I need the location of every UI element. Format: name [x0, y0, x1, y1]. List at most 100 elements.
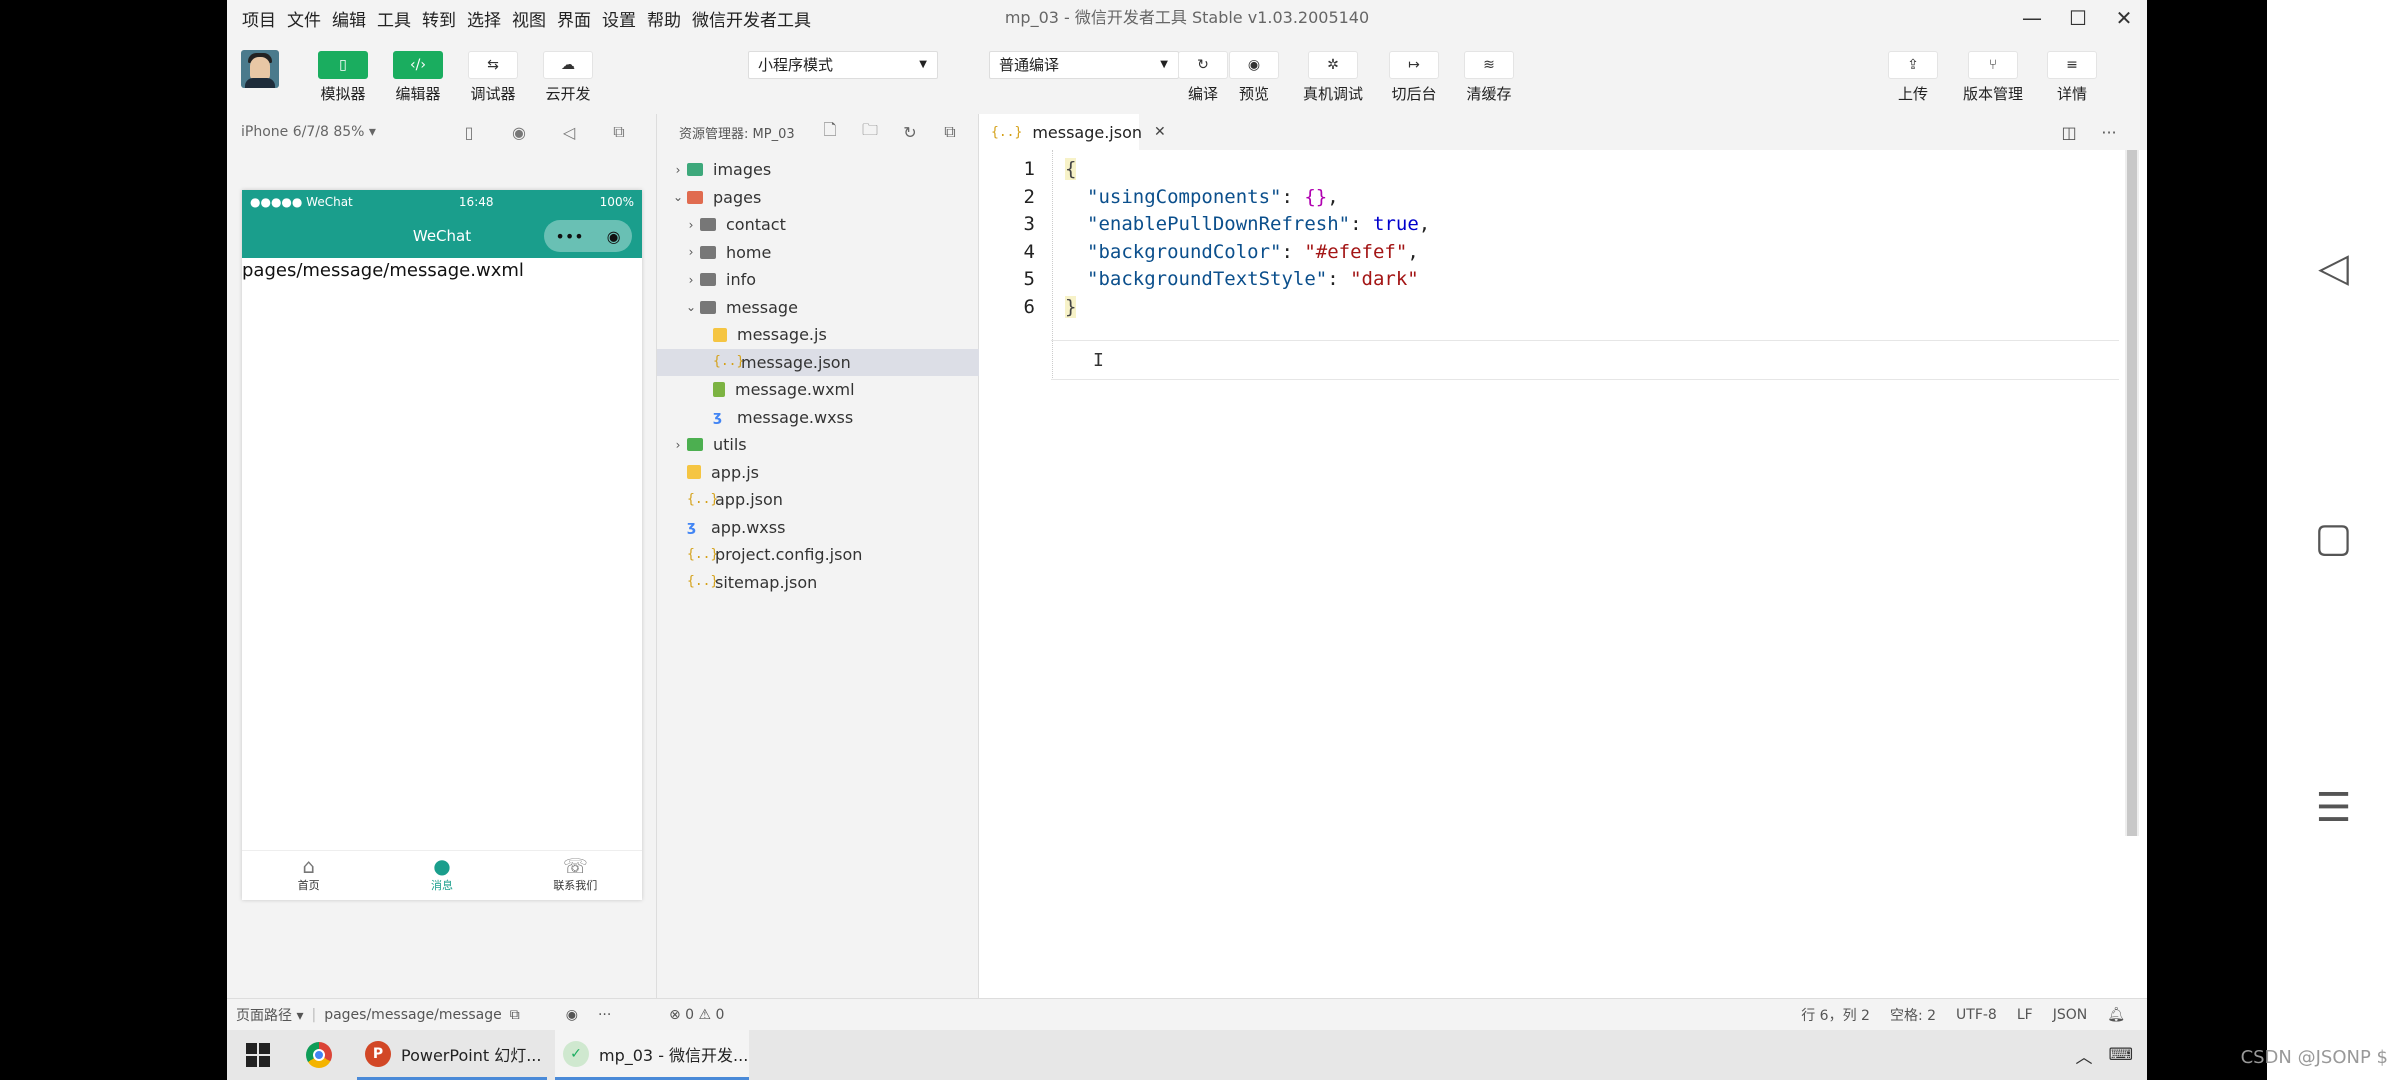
record-icon[interactable]: ◉ — [494, 123, 544, 142]
language-mode[interactable]: JSON — [2053, 1007, 2088, 1023]
upload-button[interactable]: ⇪ 上传 — [1878, 51, 1948, 104]
tree-item[interactable]: ⌄ pages — [657, 184, 979, 212]
json-file-icon: {..} — [687, 491, 719, 507]
preview-button[interactable]: ◉ 预览 — [1219, 51, 1289, 104]
bell-icon[interactable]: 🔔︎ — [2107, 1007, 2125, 1023]
page-path-select[interactable]: 页面路径 ▾ — [236, 1005, 303, 1025]
compile-select[interactable]: 普通编译 ▼ — [989, 51, 1179, 79]
capsule-menu[interactable]: ••• ◉ — [544, 220, 632, 252]
upload-icon: ⇪ — [1888, 51, 1938, 79]
tree-item[interactable]: ⌄ message — [657, 294, 979, 322]
refresh-icon[interactable]: ↻ — [890, 123, 930, 142]
more-icon[interactable]: ··· — [598, 1007, 611, 1023]
tree-item-label: utils — [713, 435, 747, 455]
tree-item[interactable]: › home — [657, 239, 979, 267]
maximize-button[interactable]: ☐ — [2055, 0, 2101, 36]
tree-item[interactable]: › images — [657, 156, 979, 184]
line-number: 5 — [1023, 268, 1035, 291]
utils-file-icon — [687, 438, 703, 452]
taskbar-powerpoint[interactable]: P PowerPoint 幻灯... — [357, 1030, 547, 1080]
volume-icon[interactable]: ◁ — [544, 123, 594, 142]
tree-item[interactable]: {..} sitemap.json — [657, 569, 979, 597]
menu-item[interactable]: 微信开发者工具 — [692, 6, 811, 31]
json-value: "#efefef" — [1304, 240, 1408, 263]
chrome-icon[interactable] — [306, 1042, 332, 1068]
indent-setting[interactable]: 空格: 2 — [1890, 1005, 1936, 1025]
tray-expand-icon[interactable]: ︿ — [2075, 1043, 2092, 1068]
menu-item[interactable]: 文件 — [287, 6, 321, 31]
tree-item[interactable]: ʒ message.wxss — [657, 404, 979, 432]
tree-item[interactable]: app.js — [657, 459, 979, 487]
menu-item[interactable]: 项目 — [242, 6, 276, 31]
menu-item[interactable]: 编辑 — [332, 6, 366, 31]
more-icon[interactable]: ··· — [2089, 123, 2129, 142]
tab-message-json[interactable]: {..} message.json ✕ — [979, 114, 1166, 150]
phone-tab[interactable]: ● 消息 — [375, 851, 508, 900]
menu-item[interactable]: 转到 — [422, 6, 456, 31]
cloud-button[interactable]: ☁ 云开发 — [533, 51, 603, 104]
phone-tab[interactable]: ⌂ 首页 — [242, 851, 375, 900]
back-icon[interactable]: ◁ — [2267, 245, 2400, 291]
preview-label: 预览 — [1238, 85, 1269, 103]
scrollbar-thumb[interactable] — [2127, 150, 2137, 836]
home-icon[interactable]: ▢ — [2267, 515, 2400, 561]
user-avatar[interactable] — [241, 50, 279, 88]
popout-icon[interactable]: ⧉ — [594, 122, 644, 142]
collapse-icon[interactable]: ⧉ — [930, 122, 970, 142]
tree-item[interactable]: message.js — [657, 321, 979, 349]
menu-item[interactable]: 帮助 — [647, 6, 681, 31]
taskbar-devtools[interactable]: ✓ mp_03 - 微信开发... — [555, 1030, 749, 1080]
copy-icon[interactable]: ⧉ — [510, 1007, 520, 1023]
problems-count[interactable]: ⊗ 0 ⚠ 0 — [669, 1007, 724, 1023]
tree-item[interactable]: ʒ app.wxss — [657, 514, 979, 542]
details-button[interactable]: ≡ 详情 — [2037, 51, 2107, 104]
tree-item[interactable]: message.wxml — [657, 376, 979, 404]
close-tab-icon[interactable]: ✕ — [1154, 124, 1166, 140]
windows-start-icon[interactable] — [246, 1043, 270, 1067]
simulator-button[interactable]: ▯ 模拟器 — [308, 51, 378, 104]
eol[interactable]: LF — [2017, 1007, 2033, 1023]
debugger-button[interactable]: ⇆ 调试器 — [458, 51, 528, 104]
chevron-icon: › — [688, 272, 694, 287]
more-icon[interactable]: ••• — [555, 227, 583, 246]
vertical-scrollbar[interactable] — [2125, 150, 2139, 836]
tree-item[interactable]: {..} message.json — [657, 348, 979, 376]
split-editor-icon[interactable]: ◫ — [2049, 123, 2089, 142]
eye-icon[interactable]: ◉ — [566, 1007, 578, 1023]
mode-select[interactable]: 小程序模式 ▼ — [748, 51, 938, 79]
tree-item[interactable]: › utils — [657, 431, 979, 459]
separator: : — [1327, 268, 1351, 291]
menu-item[interactable]: 选择 — [467, 6, 501, 31]
code-editor: {..} message.json ✕ ◫ ··· 1 {2 "usingCompo… — [979, 114, 2147, 998]
close-mini-icon[interactable]: ◉ — [607, 227, 621, 246]
tree-item[interactable]: {..} app.json — [657, 486, 979, 514]
menu-item[interactable]: 工具 — [377, 6, 411, 31]
phone-icon[interactable]: ▯ — [444, 123, 494, 142]
background-button[interactable]: ↦ 切后台 — [1379, 51, 1449, 104]
close-button[interactable]: ✕ — [2101, 0, 2147, 36]
clear-cache-button[interactable]: ≋ 清缓存 — [1454, 51, 1524, 104]
tree-item[interactable]: › info — [657, 266, 979, 294]
code-line: { — [1065, 158, 1077, 180]
remote-debug-button[interactable]: ✲ 真机调试 — [1298, 51, 1368, 104]
img-file-icon — [687, 163, 703, 177]
menu-bar: 项目 文件 编辑 工具 转到 选择 视图 界面 设置 帮助 微信开发者工具 mp_03 - 微信开发… — [227, 0, 2147, 36]
minimize-button[interactable]: — — [2009, 0, 2055, 36]
new-folder-icon[interactable]: 🗀 — [850, 119, 890, 146]
wxml-file-icon — [713, 382, 725, 398]
tree-item[interactable]: {..} project.config.json — [657, 541, 979, 569]
encoding[interactable]: UTF-8 — [1956, 1007, 1997, 1023]
editor-button[interactable]: ‹/› 编辑器 — [383, 51, 453, 104]
cursor-position[interactable]: 行 6，列 2 — [1801, 1005, 1870, 1025]
menu-icon[interactable]: ☰ — [2267, 785, 2400, 831]
phone-tab[interactable]: ☏ 联系我们 — [509, 851, 642, 900]
tree-item[interactable]: › contact — [657, 211, 979, 239]
version-button[interactable]: ⑂ 版本管理 — [1958, 51, 2028, 104]
menu-item[interactable]: 视图 — [512, 6, 546, 31]
device-select[interactable]: iPhone 6/7/8 85% ▾ — [241, 124, 376, 140]
input-method-icon[interactable]: ⌨ — [2108, 1045, 2133, 1065]
new-file-icon[interactable]: 🗋 — [810, 119, 850, 146]
menu-item[interactable]: 界面 — [557, 6, 591, 31]
menu-item[interactable]: 设置 — [602, 6, 636, 31]
status-right: 行 6，列 2 空格: 2 UTF-8 LF JSON 🔔︎ — [1781, 999, 2125, 1031]
